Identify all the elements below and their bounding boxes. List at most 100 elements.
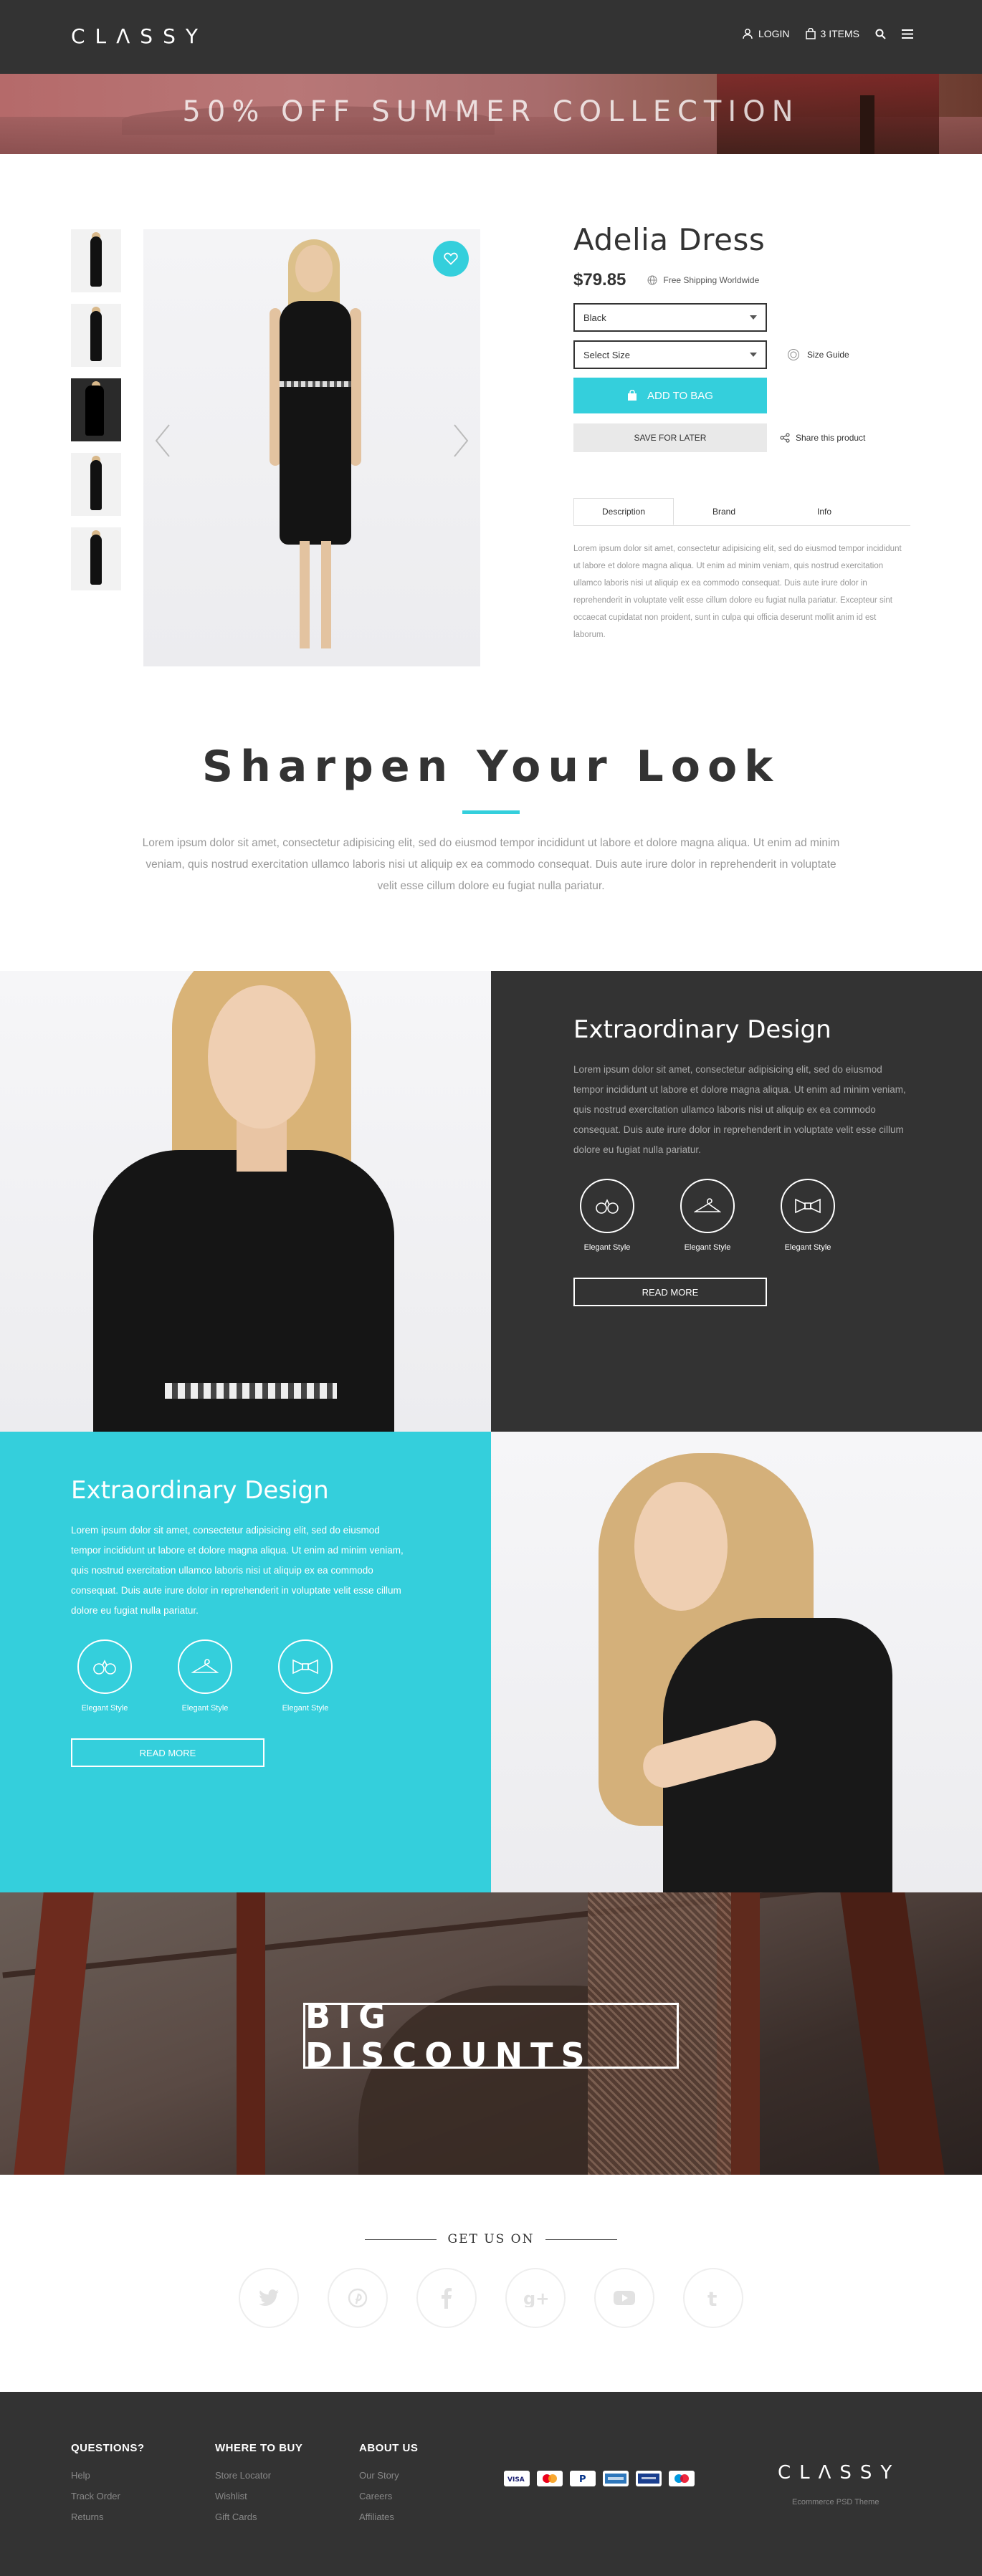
add-to-bag-button[interactable]: ADD TO BAG xyxy=(573,378,767,413)
footer-heading: QUESTIONS? xyxy=(71,2442,145,2454)
footer-column-about-us: ABOUT US Our Story Careers Affiliates xyxy=(359,2442,418,2522)
previous-image-arrow[interactable] xyxy=(149,419,178,462)
feature-icon-label: Elegant Style xyxy=(81,1704,128,1713)
hamburger-icon xyxy=(902,29,913,39)
tab-description[interactable]: Description xyxy=(573,498,674,525)
feature-icon-label: Elegant Style xyxy=(684,1243,731,1252)
payment-methods: VISA P xyxy=(504,2471,695,2486)
banner-bridge-image xyxy=(2,1892,980,1978)
product-description: Lorem ipsum dolor sit amet, consectetur … xyxy=(573,545,902,639)
read-more-button[interactable]: READ MORE xyxy=(71,1738,264,1767)
product-tabs: Description Brand Info xyxy=(573,498,910,526)
feature-icon-item: Elegant Style xyxy=(177,1639,233,1713)
svg-text:t: t xyxy=(707,2287,717,2309)
facebook-icon[interactable] xyxy=(416,2268,477,2328)
site-logo[interactable]: CLΛSSY xyxy=(71,24,208,48)
pinterest-icon[interactable] xyxy=(328,2268,388,2328)
feature-panel-dark: Extraordinary Design Lorem ipsum dolor s… xyxy=(491,971,982,1432)
glasses-icon xyxy=(93,1660,116,1675)
product-thumbnails xyxy=(71,229,121,602)
twitter-icon[interactable] xyxy=(239,2268,299,2328)
footer-link-help[interactable]: Help xyxy=(71,2470,145,2481)
next-image-arrow[interactable] xyxy=(446,419,475,462)
add-to-bag-label: ADD TO BAG xyxy=(647,389,713,402)
feature-icon-label: Elegant Style xyxy=(282,1704,329,1713)
promo-banner[interactable]: 50% OFF SUMMER COLLECTION xyxy=(0,74,982,154)
share-label: Share this product xyxy=(796,433,866,443)
color-select-value: Black xyxy=(583,312,606,323)
save-for-later-button[interactable]: SAVE FOR LATER xyxy=(573,423,767,452)
feature-icon-item: Elegant Style xyxy=(780,1179,836,1252)
search-icon xyxy=(875,29,886,39)
feature-photo-2 xyxy=(491,1432,982,1892)
visa-card-icon: VISA xyxy=(504,2471,530,2486)
thumbnail-3[interactable] xyxy=(71,378,121,441)
tab-brand[interactable]: Brand xyxy=(674,498,774,525)
wishlist-button[interactable] xyxy=(433,241,469,277)
maestro-card-icon xyxy=(669,2471,695,2486)
feature-title: Extraordinary Design xyxy=(71,1476,329,1505)
size-select[interactable]: Select Size xyxy=(573,340,767,369)
size-guide-link[interactable]: Size Guide xyxy=(787,348,849,361)
bag-icon xyxy=(628,390,637,401)
site-footer: QUESTIONS? Help Track Order Returns WHER… xyxy=(0,2392,982,2576)
heart-icon xyxy=(444,252,458,265)
feature-icon-item: Elegant Style xyxy=(579,1179,635,1252)
feature-title: Extraordinary Design xyxy=(573,1015,831,1044)
footer-logo[interactable]: CLΛSSY xyxy=(778,2462,900,2484)
discount-text: BIG DISCOUNTS xyxy=(303,1997,679,2074)
thumbnail-2[interactable] xyxy=(71,304,121,367)
read-more-button[interactable]: READ MORE xyxy=(573,1278,767,1306)
accent-divider xyxy=(462,810,520,814)
feature-icon-label: Elegant Style xyxy=(583,1243,631,1252)
tumblr-icon[interactable]: t xyxy=(683,2268,743,2328)
footer-tagline: Ecommerce PSD Theme xyxy=(792,2498,879,2506)
footer-link-returns[interactable]: Returns xyxy=(71,2512,145,2522)
size-select-value: Select Size xyxy=(583,349,631,360)
discount-banner[interactable]: BIG DISCOUNTS xyxy=(0,1892,982,2175)
google-plus-icon[interactable]: g+ xyxy=(505,2268,566,2328)
promo-text: 50% OFF SUMMER COLLECTION xyxy=(182,95,800,128)
shipping-info: Free Shipping Worldwide xyxy=(647,275,759,285)
globe-icon xyxy=(647,275,657,285)
share-product-link[interactable]: Share this product xyxy=(780,433,865,443)
chevron-left-icon xyxy=(155,424,170,457)
feature-text: Lorem ipsum dolor sit amet, consectetur … xyxy=(573,1064,906,1155)
sharpen-section: Sharpen Your Look Lorem ipsum dolor sit … xyxy=(0,742,982,897)
feature-photo-1 xyxy=(0,971,491,1432)
footer-link-affiliates[interactable]: Affiliates xyxy=(359,2512,418,2522)
menu-button[interactable] xyxy=(902,29,913,39)
save-for-later-label: SAVE FOR LATER xyxy=(634,433,707,443)
cart-link[interactable]: 3 ITEMS xyxy=(805,28,859,39)
chevron-right-icon xyxy=(454,424,469,457)
divider xyxy=(545,2239,618,2240)
svg-text:P: P xyxy=(579,2474,586,2485)
feature-text: Lorem ipsum dolor sit amet, consectetur … xyxy=(71,1525,404,1616)
sharpen-title: Sharpen Your Look xyxy=(201,742,781,792)
footer-link-track-order[interactable]: Track Order xyxy=(71,2491,145,2501)
footer-link-store-locator[interactable]: Store Locator xyxy=(215,2470,302,2481)
caret-down-icon xyxy=(750,315,757,320)
login-link[interactable]: LOGIN xyxy=(742,28,790,39)
header-actions: LOGIN 3 ITEMS xyxy=(742,28,913,39)
feature-icon-label: Elegant Style xyxy=(181,1704,229,1713)
tab-info[interactable]: Info xyxy=(774,498,874,525)
footer-link-careers[interactable]: Careers xyxy=(359,2491,418,2501)
caret-down-icon xyxy=(750,353,757,357)
product-main-image xyxy=(143,229,480,666)
product-price: $79.85 xyxy=(573,270,626,289)
thumbnail-1[interactable] xyxy=(71,229,121,292)
color-select[interactable]: Black xyxy=(573,303,767,332)
search-button[interactable] xyxy=(875,29,886,39)
thumbnail-5[interactable] xyxy=(71,527,121,590)
product-title: Adelia Dress xyxy=(573,222,766,257)
footer-link-wishlist[interactable]: Wishlist xyxy=(215,2491,302,2501)
footer-link-gift-cards[interactable]: Gift Cards xyxy=(215,2512,302,2522)
feature-panel-accent: Extraordinary Design Lorem ipsum dolor s… xyxy=(0,1432,491,1892)
product-info: Adelia Dress $79.85 Free Shipping Worldw… xyxy=(573,222,910,643)
footer-link-our-story[interactable]: Our Story xyxy=(359,2470,418,2481)
social-title: GET US ON xyxy=(447,2232,535,2246)
thumbnail-4[interactable] xyxy=(71,453,121,516)
svg-text:g+: g+ xyxy=(523,2289,548,2307)
youtube-icon[interactable] xyxy=(594,2268,654,2328)
